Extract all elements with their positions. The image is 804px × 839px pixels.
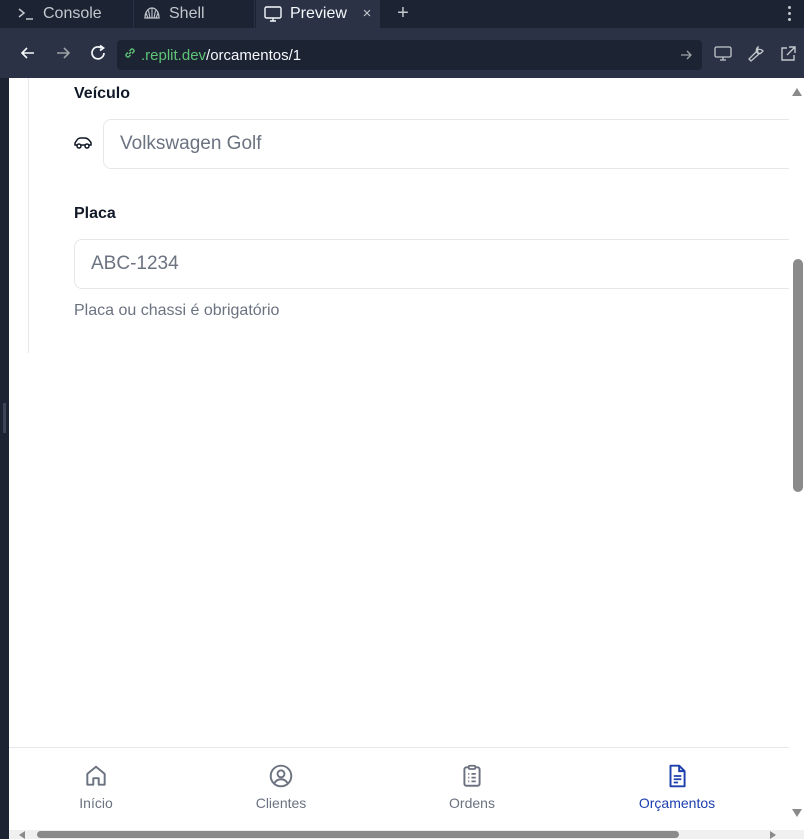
panel-resize-edge xyxy=(0,78,9,839)
devtools-wrench-icon[interactable] xyxy=(746,44,766,64)
vertical-scroll-thumb[interactable] xyxy=(793,259,803,492)
monitor-icon xyxy=(264,5,282,23)
reload-icon[interactable] xyxy=(88,43,108,63)
shell-icon xyxy=(143,5,161,23)
nav-item-ordens[interactable]: Ordens xyxy=(407,763,537,811)
plate-label: Placa xyxy=(74,205,116,222)
nav-label-ordens: Ordens xyxy=(449,795,495,811)
vehicle-label: Veículo xyxy=(74,85,131,102)
terminal-prompt-icon xyxy=(17,5,35,23)
vehicle-placeholder: Volkswagen Golf xyxy=(120,133,262,154)
tab-console-label: Console xyxy=(43,5,102,22)
preview-page: Veículo Volkswagen Golf Placa ABC-1234 P… xyxy=(9,78,789,830)
home-icon xyxy=(86,765,106,786)
nav-item-clientes[interactable]: Clientes xyxy=(216,763,346,811)
vertical-scrollbar[interactable] xyxy=(789,78,804,830)
preview-toolbar: .replit.dev/orcamentos/1 xyxy=(0,28,804,78)
document-icon xyxy=(669,764,686,788)
go-arrow-icon[interactable] xyxy=(678,47,694,63)
plate-helper-text: Placa ou chassi é obrigatório xyxy=(74,302,280,319)
scroll-up-arrow-icon[interactable] xyxy=(792,88,802,96)
link-icon xyxy=(123,46,137,64)
bottom-navigation: Início Clientes Ordens Orçamentos xyxy=(9,747,789,830)
tab-shell-label: Shell xyxy=(169,5,205,22)
resize-handle[interactable] xyxy=(3,403,6,433)
nav-item-inicio[interactable]: Início xyxy=(31,763,161,811)
device-preview-icon[interactable] xyxy=(713,44,733,64)
form-section-divider xyxy=(28,78,29,353)
add-tab-button[interactable]: + xyxy=(392,2,414,24)
horizontal-scrollbar[interactable] xyxy=(9,830,804,839)
vehicle-input[interactable]: Volkswagen Golf xyxy=(103,119,789,169)
back-arrow-icon[interactable] xyxy=(18,43,38,63)
scroll-down-arrow-icon[interactable] xyxy=(792,809,802,817)
workspace-tab-bar: Console Shell Preview × + xyxy=(0,0,804,28)
plate-input[interactable]: ABC-1234 xyxy=(74,239,789,289)
tab-shell[interactable]: Shell xyxy=(135,0,255,28)
close-tab-button[interactable]: × xyxy=(358,4,376,22)
url-host: .replit.dev xyxy=(141,46,207,64)
nav-label-orcamentos: Orçamentos xyxy=(638,795,716,811)
tab-console[interactable]: Console xyxy=(0,0,134,28)
nav-label-inicio: Início xyxy=(79,795,113,811)
scroll-left-arrow-icon[interactable] xyxy=(19,831,25,839)
nav-item-orcamentos[interactable]: Orçamentos xyxy=(612,763,742,811)
url-field[interactable]: .replit.dev/orcamentos/1 xyxy=(117,40,702,70)
clipboard-list-icon xyxy=(463,764,481,787)
open-external-icon[interactable] xyxy=(778,44,798,64)
nav-label-clientes: Clientes xyxy=(255,795,307,811)
url-path: /orcamentos/1 xyxy=(206,46,302,64)
scroll-right-arrow-icon[interactable] xyxy=(770,831,776,839)
horizontal-scroll-thumb[interactable] xyxy=(37,831,679,838)
tab-preview-label: Preview xyxy=(290,5,347,22)
user-circle-icon xyxy=(269,764,293,788)
tab-preview[interactable]: Preview × xyxy=(256,0,380,28)
car-icon xyxy=(73,136,93,150)
forward-arrow-icon[interactable] xyxy=(53,43,73,63)
more-options-icon[interactable] xyxy=(782,3,796,23)
plate-placeholder: ABC-1234 xyxy=(91,253,179,274)
